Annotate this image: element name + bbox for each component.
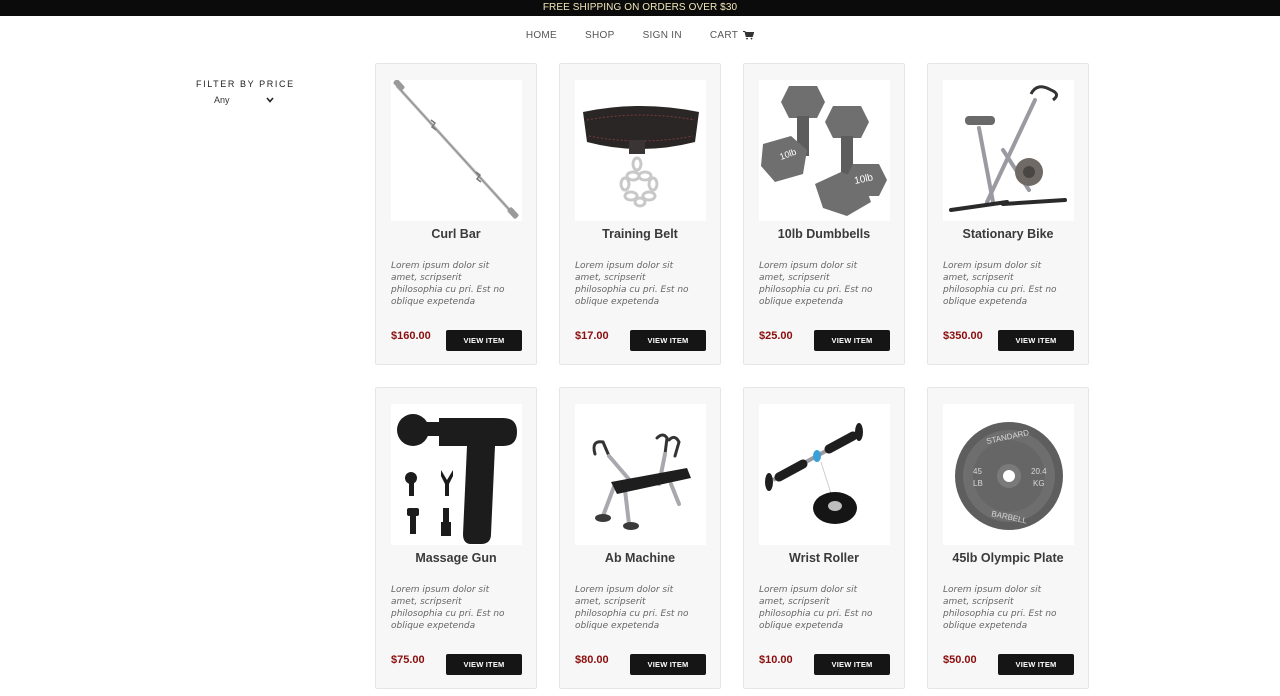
- product-name: Training Belt: [602, 227, 678, 241]
- product-name: Curl Bar: [431, 227, 481, 241]
- filter-title: FILTER BY PRICE: [196, 79, 295, 89]
- product-description: Lorem ipsum dolor sit amet, scripserit p…: [575, 261, 689, 307]
- product-description: Lorem ipsum dolor sit amet, scripserit p…: [943, 585, 1057, 631]
- product-card: Training Belt Lorem ipsum dolor sit amet…: [559, 63, 721, 365]
- product-card: STANDARD 45 LB 20.4 KG BARBELL 45lb Olym…: [927, 387, 1089, 689]
- olympic-plate-image[interactable]: STANDARD 45 LB 20.4 KG BARBELL: [943, 404, 1074, 545]
- training-belt-image[interactable]: [575, 80, 706, 221]
- view-item-button[interactable]: VIEW ITEM: [630, 330, 706, 351]
- product-name: Massage Gun: [415, 551, 497, 565]
- product-price: $75.00: [391, 654, 425, 666]
- product-description: Lorem ipsum dolor sit amet, scripserit p…: [759, 585, 873, 631]
- product-card: Curl Bar Lorem ipsum dolor sit amet, scr…: [375, 63, 537, 365]
- product-price: $10.00: [759, 654, 793, 666]
- product-card: Stationary Bike Lorem ipsum dolor sit am…: [927, 63, 1089, 365]
- promo-banner: FREE SHIPPING ON ORDERS OVER $30: [0, 0, 1280, 16]
- view-item-button[interactable]: VIEW ITEM: [998, 654, 1074, 675]
- view-item-button[interactable]: VIEW ITEM: [998, 330, 1074, 351]
- product-grid: Curl Bar Lorem ipsum dolor sit amet, scr…: [375, 63, 1089, 689]
- stationary-bike-image[interactable]: [943, 80, 1074, 221]
- view-item-button[interactable]: VIEW ITEM: [814, 654, 890, 675]
- product-price: $50.00: [943, 654, 977, 666]
- curl-bar-image[interactable]: [391, 80, 522, 221]
- chevron-down-icon: [266, 97, 274, 103]
- nav-cart-link[interactable]: CART: [696, 30, 768, 41]
- product-price: $17.00: [575, 330, 609, 342]
- product-card: 10lb 10lb 10lb Dumbbells Lorem ipsum dol…: [743, 63, 905, 365]
- product-description: Lorem ipsum dolor sit amet, scripserit p…: [943, 261, 1057, 307]
- svg-text:LB: LB: [973, 479, 983, 488]
- ab-machine-image[interactable]: [575, 404, 706, 545]
- product-card: Massage Gun Lorem ipsum dolor sit amet, …: [375, 387, 537, 689]
- dumbbells-image[interactable]: 10lb 10lb: [759, 80, 890, 221]
- price-filter: FILTER BY PRICE Any: [196, 79, 296, 107]
- product-price: $25.00: [759, 330, 793, 342]
- product-name: 10lb Dumbbells: [777, 227, 871, 241]
- nav-home-link[interactable]: HOME: [512, 30, 571, 41]
- view-item-button[interactable]: VIEW ITEM: [446, 654, 522, 675]
- product-price: $160.00: [391, 330, 431, 342]
- svg-text:45: 45: [973, 467, 982, 476]
- svg-text:20.4: 20.4: [1031, 467, 1047, 476]
- product-name: Wrist Roller: [789, 551, 859, 565]
- product-name: Stationary Bike: [962, 227, 1054, 241]
- product-description: Lorem ipsum dolor sit amet, scripserit p…: [759, 261, 873, 307]
- nav-shop-link[interactable]: SHOP: [571, 30, 629, 41]
- product-card: Ab Machine Lorem ipsum dolor sit amet, s…: [559, 387, 721, 689]
- svg-text:KG: KG: [1033, 479, 1045, 488]
- nav-cart-label: CART: [709, 29, 739, 41]
- product-price: $80.00: [575, 654, 609, 666]
- view-item-button[interactable]: VIEW ITEM: [446, 330, 522, 351]
- massage-gun-image[interactable]: [391, 404, 522, 545]
- product-name: 45lb Olympic Plate: [952, 551, 1064, 565]
- view-item-button[interactable]: VIEW ITEM: [814, 330, 890, 351]
- product-description: Lorem ipsum dolor sit amet, scripserit p…: [391, 261, 505, 307]
- price-filter-select[interactable]: Any: [214, 93, 274, 107]
- product-name: Ab Machine: [604, 551, 676, 565]
- product-description: Lorem ipsum dolor sit amet, scripserit p…: [391, 585, 505, 631]
- nav-sign-in-link[interactable]: SIGN IN: [629, 30, 696, 41]
- product-card: Wrist Roller Lorem ipsum dolor sit amet,…: [743, 387, 905, 689]
- product-description: Lorem ipsum dolor sit amet, scripserit p…: [575, 585, 689, 631]
- product-price: $350.00: [943, 330, 983, 342]
- main-nav: HOME SHOP SIGN IN CART: [0, 28, 1280, 42]
- view-item-button[interactable]: VIEW ITEM: [630, 654, 706, 675]
- wrist-roller-image[interactable]: [759, 404, 890, 545]
- price-filter-value: Any: [214, 95, 230, 105]
- shopping-cart-icon: [743, 30, 755, 39]
